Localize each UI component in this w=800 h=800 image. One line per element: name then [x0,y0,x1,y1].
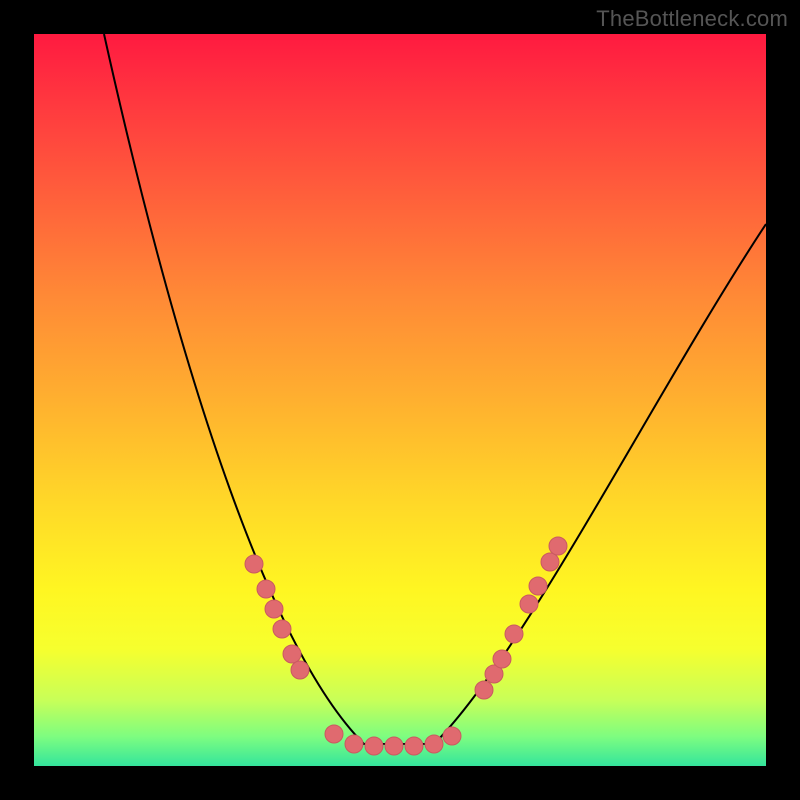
data-marker [425,735,443,753]
data-marker [549,537,567,555]
data-marker [529,577,547,595]
data-marker [493,650,511,668]
data-marker [345,735,363,753]
data-marker [443,727,461,745]
data-marker [283,645,301,663]
markers-group [245,537,567,755]
data-marker [505,625,523,643]
data-marker [405,737,423,755]
data-marker [291,661,309,679]
data-marker [325,725,343,743]
data-marker [245,555,263,573]
data-marker [273,620,291,638]
data-marker [520,595,538,613]
plot-area [34,34,766,766]
data-marker [385,737,403,755]
data-marker [257,580,275,598]
chart-svg [34,34,766,766]
bottleneck-curve [104,34,766,744]
data-marker [475,681,493,699]
data-marker [365,737,383,755]
watermark-text: TheBottleneck.com [596,6,788,32]
data-marker [265,600,283,618]
chart-frame: TheBottleneck.com [0,0,800,800]
data-marker [541,553,559,571]
